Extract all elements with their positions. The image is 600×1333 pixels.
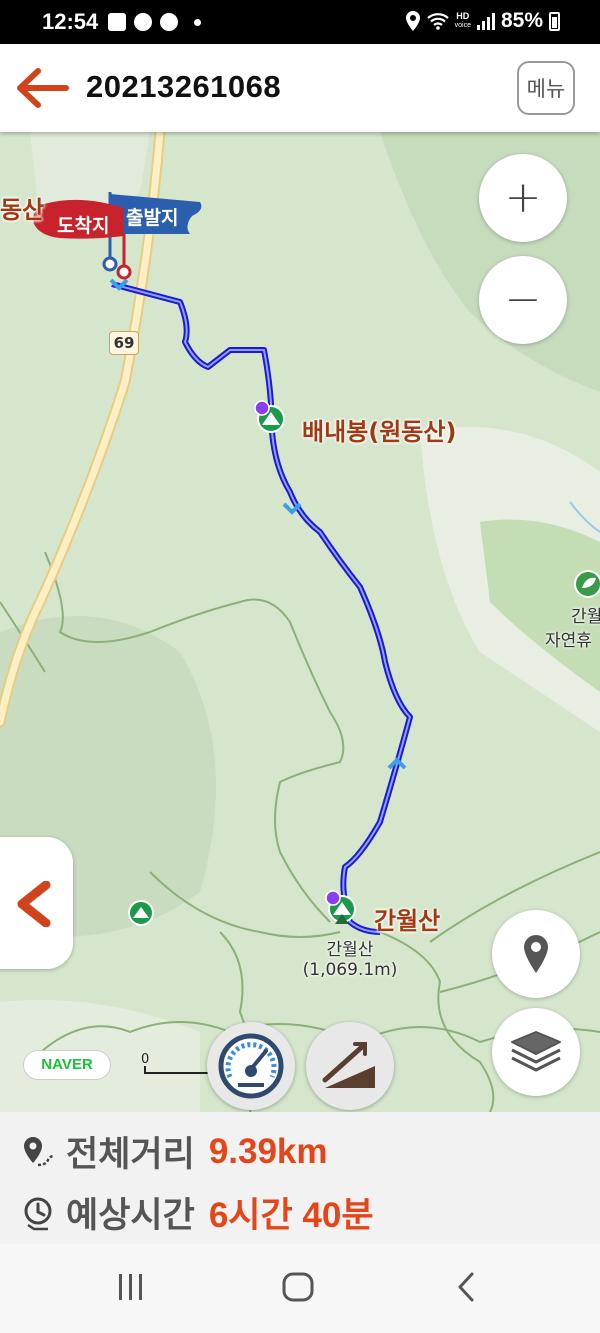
wifi-icon bbox=[426, 13, 449, 30]
back-button[interactable] bbox=[14, 66, 70, 110]
music-icon bbox=[160, 13, 178, 31]
elevation-button[interactable] bbox=[306, 1022, 394, 1110]
zoom-in-button[interactable]: + bbox=[479, 154, 567, 242]
peak-label-ganwolsan: 간월산 bbox=[374, 907, 441, 935]
kakaotalk-icon bbox=[134, 13, 152, 31]
poi-leaf-icon bbox=[574, 570, 600, 598]
map-label-partial: 자연휴 bbox=[545, 631, 592, 651]
scale-bar: 0 bbox=[141, 1052, 210, 1076]
clock-icon bbox=[24, 1197, 52, 1230]
location-pin-icon bbox=[524, 935, 548, 973]
map-label-partial: 간월 bbox=[571, 607, 600, 627]
map-layers-button[interactable] bbox=[492, 1008, 580, 1096]
side-panel-toggle[interactable] bbox=[0, 837, 73, 969]
speed-button[interactable] bbox=[207, 1022, 295, 1110]
distance-row: 전체거리 9.39km bbox=[20, 1126, 328, 1177]
back-arrow-icon bbox=[17, 68, 69, 108]
scale-bar-line bbox=[144, 1066, 210, 1074]
recent-apps-icon[interactable] bbox=[116, 1270, 146, 1304]
arrival-flag-label: 도착지 bbox=[57, 215, 110, 237]
menu-label: 메뉴 bbox=[526, 77, 566, 101]
distance-label: 전체거리 bbox=[66, 1135, 195, 1175]
back-nav-icon[interactable] bbox=[454, 1270, 478, 1304]
chevron-left-icon bbox=[17, 881, 51, 927]
minus-icon: − bbox=[504, 274, 542, 325]
hd-voice-icon: HD voice bbox=[455, 12, 471, 30]
departure-pin bbox=[102, 256, 118, 272]
menu-button[interactable]: 메뉴 bbox=[517, 61, 575, 115]
distance-icon bbox=[24, 1136, 55, 1166]
time-label: 예상시간 bbox=[66, 1196, 195, 1236]
plus-icon: + bbox=[504, 172, 542, 223]
signal-icon bbox=[476, 12, 495, 30]
arrival-pin bbox=[116, 264, 132, 280]
time-row: 예상시간 6시간 40분 bbox=[20, 1187, 374, 1238]
my-location-button[interactable] bbox=[492, 910, 580, 998]
layers-icon bbox=[511, 1031, 561, 1072]
zoom-out-button[interactable]: − bbox=[479, 256, 567, 344]
scale-zero: 0 bbox=[141, 1052, 150, 1067]
road-number-badge: 69 bbox=[109, 331, 139, 355]
notification-icons bbox=[108, 13, 201, 31]
hd-voice-sub: voice bbox=[454, 22, 471, 29]
page-title: 20213261068 bbox=[86, 69, 282, 104]
home-icon[interactable] bbox=[281, 1270, 315, 1304]
gallery-icon bbox=[108, 13, 126, 31]
dot-icon bbox=[194, 18, 201, 26]
peak-info-ganwolsan: 간월산 (1,069.1m) bbox=[296, 935, 404, 980]
status-bar: 12:54 HD voice 85% bbox=[0, 0, 600, 44]
speedometer-icon bbox=[218, 1033, 284, 1099]
location-icon bbox=[405, 11, 420, 31]
time-value: 6시간 40분 bbox=[208, 1196, 374, 1235]
map-label-partial: 동산 bbox=[0, 196, 45, 224]
elevation-slope-icon bbox=[322, 1042, 375, 1088]
naver-logo: NAVER bbox=[23, 1050, 111, 1080]
peak-name: 간월산 bbox=[326, 940, 374, 960]
system-nav-bar bbox=[0, 1244, 600, 1333]
battery-percent: 85% bbox=[500, 9, 543, 32]
departure-flag-label: 출발지 bbox=[126, 207, 179, 229]
hd-voice-text: HD bbox=[456, 11, 470, 21]
peak-label-baenaebong: 배내봉(원동산) bbox=[302, 418, 457, 446]
map-view[interactable]: 동산 도착지 출발지 69 배내봉(원동산) 간월산 간월산 (1,069.1m… bbox=[0, 132, 600, 1112]
battery-icon bbox=[549, 11, 560, 31]
status-time: 12:54 bbox=[42, 9, 99, 34]
peak-marker-icon bbox=[128, 900, 154, 926]
system-icons: HD voice 85% bbox=[405, 9, 560, 33]
peak-elevation: (1,069.1m) bbox=[302, 960, 398, 980]
route-summary: 전체거리 9.39km 예상시간 6시간 40분 bbox=[0, 1112, 600, 1244]
app-bar: 20213261068 메뉴 bbox=[0, 44, 600, 132]
distance-value: 9.39km bbox=[208, 1131, 328, 1171]
